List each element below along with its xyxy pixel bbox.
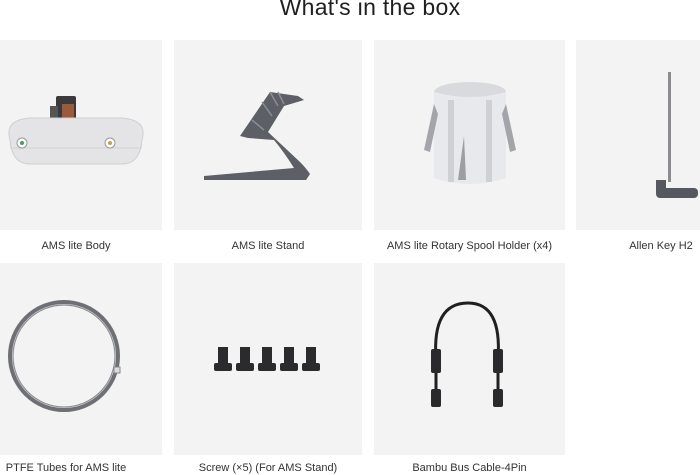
- item-label-ptfe-tube: PTFE Tubes for AMS lite: [5, 462, 127, 474]
- item-label-spool-holder: AMS lite Rotary Spool Holder (x4): [386, 240, 553, 252]
- item-label-allen-key: Allen Key H2: [629, 240, 693, 252]
- item-label-ams-lite-body: AMS lite Body: [41, 240, 111, 252]
- section-title: What's in the box: [279, 0, 461, 20]
- ptfe-tube-icon: [8, 300, 121, 412]
- bus-cable-icon: [431, 301, 503, 407]
- item-label-bus-cable: Bambu Bus Cable-4Pin: [412, 462, 527, 474]
- ams-lite-body-icon: [8, 96, 144, 165]
- item-card-allen-key: [576, 40, 700, 230]
- item-card-screws: [174, 263, 362, 455]
- item-label-screws: Screw (×5) (For AMS Stand): [198, 462, 338, 474]
- item-card-ptfe-tube: [0, 263, 162, 455]
- item-card-spool-holder: [374, 40, 565, 230]
- item-label-ams-lite-stand: AMS lite Stand: [231, 240, 305, 252]
- spool-holder-icon: [424, 82, 516, 184]
- item-card-bus-cable: [374, 263, 565, 455]
- screw-icon: [214, 347, 320, 371]
- item-card-ams-lite-stand: [174, 40, 362, 230]
- item-card-ams-lite-body: [0, 40, 162, 230]
- allen-key-icon: [656, 72, 698, 198]
- ams-lite-stand-icon: [204, 91, 310, 180]
